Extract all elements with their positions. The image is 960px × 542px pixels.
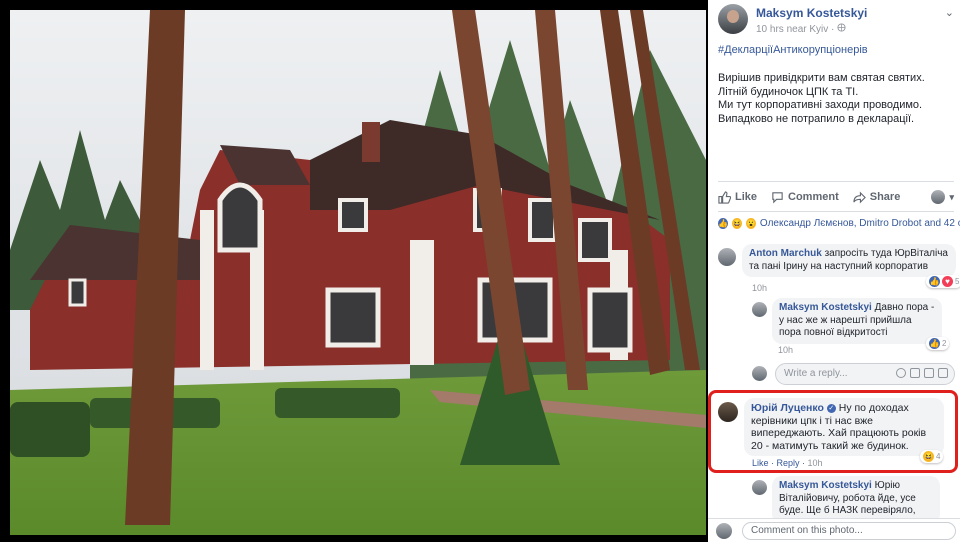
- camera-icon[interactable]: [910, 368, 920, 378]
- reactions-summary[interactable]: 👍 😆 😮 Олександр Лємєнов, Dmitro Drobot a…: [718, 218, 960, 229]
- divider: [718, 181, 954, 182]
- comment-bubble: Maksym Kostetskyi Давно пора - у нас же …: [772, 298, 942, 344]
- reactions-text: Олександр Лємєнов, Dmitro Drobot and 42 …: [759, 218, 960, 229]
- thumbs-up-icon: [718, 190, 731, 204]
- comment-input[interactable]: Comment on this photo...: [742, 522, 956, 540]
- commenter-name[interactable]: Maksym Kostetskyi: [779, 480, 872, 491]
- like-reaction-icon: 👍: [929, 338, 940, 349]
- post-actions: Like Comment Share ▾: [718, 185, 954, 209]
- comment-placeholder: Comment on this photo...: [751, 525, 863, 536]
- comment-icon: [772, 191, 783, 203]
- emoji-icon[interactable]: [896, 368, 906, 378]
- author-name[interactable]: Maksym Kostetskyi: [756, 6, 867, 20]
- photo-viewer: [0, 0, 708, 542]
- haha-reaction-icon: 😆: [923, 451, 934, 462]
- comment-bubble: Anton Marchuk запросіть туда ЮрВіталіча …: [742, 244, 956, 277]
- reply-placeholder: Write a reply...: [784, 368, 848, 379]
- comment-actions: Like · Reply · 10h: [752, 458, 823, 468]
- reply-tools: [896, 368, 948, 378]
- comment-time[interactable]: 10h: [752, 283, 767, 293]
- commenter-name[interactable]: Юрій Луценко: [751, 402, 824, 414]
- comment-bubble: Юрій Луценко ✓ Ну по доходах керівники ц…: [744, 398, 944, 456]
- post-line: Вирішив привідкрити вам святая святих.: [718, 72, 925, 84]
- viewer-avatar: [752, 366, 767, 381]
- comment-reactions[interactable]: 👍 2: [926, 337, 950, 350]
- commenter-avatar[interactable]: [752, 302, 767, 317]
- commenter-name[interactable]: Anton Marchuk: [749, 248, 822, 259]
- comment-reactions[interactable]: 👍 ♥ 5: [926, 275, 960, 288]
- post-meta: 10 hrs near Kyiv ·: [756, 23, 846, 35]
- comment-bubble: Maksym Kostetskyi Юрію Віталійовичу, роб…: [772, 476, 940, 524]
- commenter-avatar[interactable]: [718, 402, 738, 422]
- hashtag-link[interactable]: #ДекларціїАнтикорупціонерів: [718, 44, 868, 56]
- post-sidebar: Maksym Kostetskyi 10 hrs near Kyiv · ⌄ #…: [708, 0, 960, 542]
- share-button[interactable]: Share: [853, 191, 901, 204]
- comment-reply-link[interactable]: Reply: [777, 458, 800, 468]
- viewer-avatar: [931, 190, 946, 204]
- share-icon: [853, 191, 866, 203]
- gif-icon[interactable]: [924, 368, 934, 378]
- comment-time[interactable]: 10h: [778, 345, 793, 355]
- commenter-avatar[interactable]: [718, 248, 736, 266]
- share-label: Share: [869, 191, 901, 203]
- post-line: Випадково не потрапило в декларації.: [718, 112, 915, 125]
- wow-reaction-icon: 😮: [745, 218, 756, 229]
- reply-input[interactable]: Write a reply...: [775, 363, 955, 385]
- post-line: Літній будиночок ЦПК та ТІ.: [718, 85, 859, 98]
- commenter-name[interactable]: Maksym Kostetskyi: [779, 302, 872, 313]
- house-photo[interactable]: [10, 10, 706, 535]
- comment-time[interactable]: 10h: [808, 458, 823, 468]
- verified-badge-icon: ✓: [826, 403, 836, 413]
- comment-like-link[interactable]: Like: [752, 458, 769, 468]
- divider: [718, 211, 954, 212]
- love-reaction-icon: ♥: [942, 276, 953, 287]
- comment-label: Comment: [788, 191, 839, 203]
- sticker-icon[interactable]: [938, 368, 948, 378]
- post-time-location[interactable]: 10 hrs near Kyiv ·: [756, 24, 837, 35]
- post-text: Вирішив привідкрити вам святая святих. Л…: [718, 72, 954, 126]
- like-label: Like: [735, 191, 758, 203]
- commenter-avatar[interactable]: [752, 480, 767, 495]
- comment-reactions[interactable]: 😆 4: [920, 450, 944, 463]
- like-reaction-icon: 👍: [929, 276, 940, 287]
- viewer-avatar: [716, 523, 732, 539]
- chevron-down-icon[interactable]: ⌄: [945, 6, 954, 19]
- globe-icon: [837, 23, 846, 35]
- post-line: Ми тут корпоративні заходи проводимо.: [718, 99, 923, 111]
- haha-reaction-icon: 😆: [731, 218, 742, 229]
- comment-composer: Comment on this photo...: [708, 518, 960, 542]
- reaction-selector[interactable]: ▾: [931, 190, 954, 204]
- author-avatar[interactable]: [718, 4, 748, 34]
- reaction-count: 2: [942, 339, 947, 348]
- chevron-down-icon: ▾: [949, 191, 954, 202]
- post-header: Maksym Kostetskyi 10 hrs near Kyiv · ⌄: [718, 4, 958, 36]
- house-image: [10, 10, 706, 535]
- comment-button[interactable]: Comment: [771, 191, 839, 204]
- reaction-count: 5: [955, 277, 960, 286]
- reaction-count: 4: [936, 452, 941, 461]
- like-button[interactable]: Like: [718, 190, 758, 204]
- like-reaction-icon: 👍: [718, 218, 728, 229]
